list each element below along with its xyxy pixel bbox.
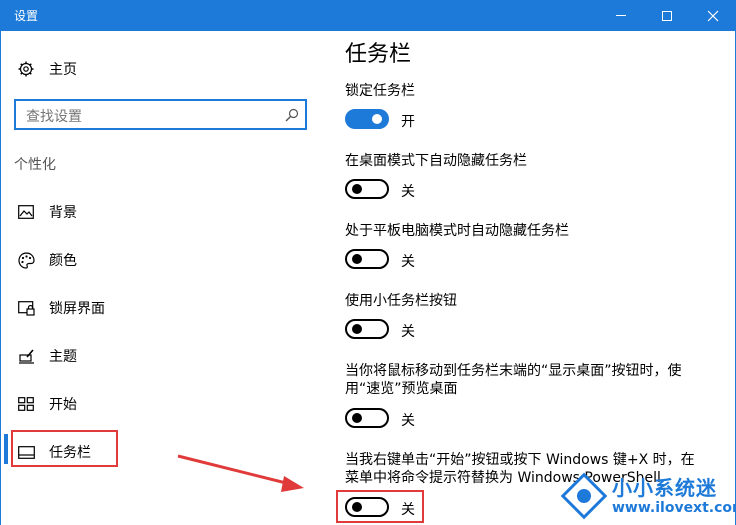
annotation-arrow-icon [177,454,304,492]
watermark-name: 小小系统迷 [612,476,717,500]
watermark: 小小系统迷 www.ilovext.com [560,468,736,525]
watermark-logo-icon [560,472,608,520]
watermark-url: www.ilovext.com [612,500,736,516]
